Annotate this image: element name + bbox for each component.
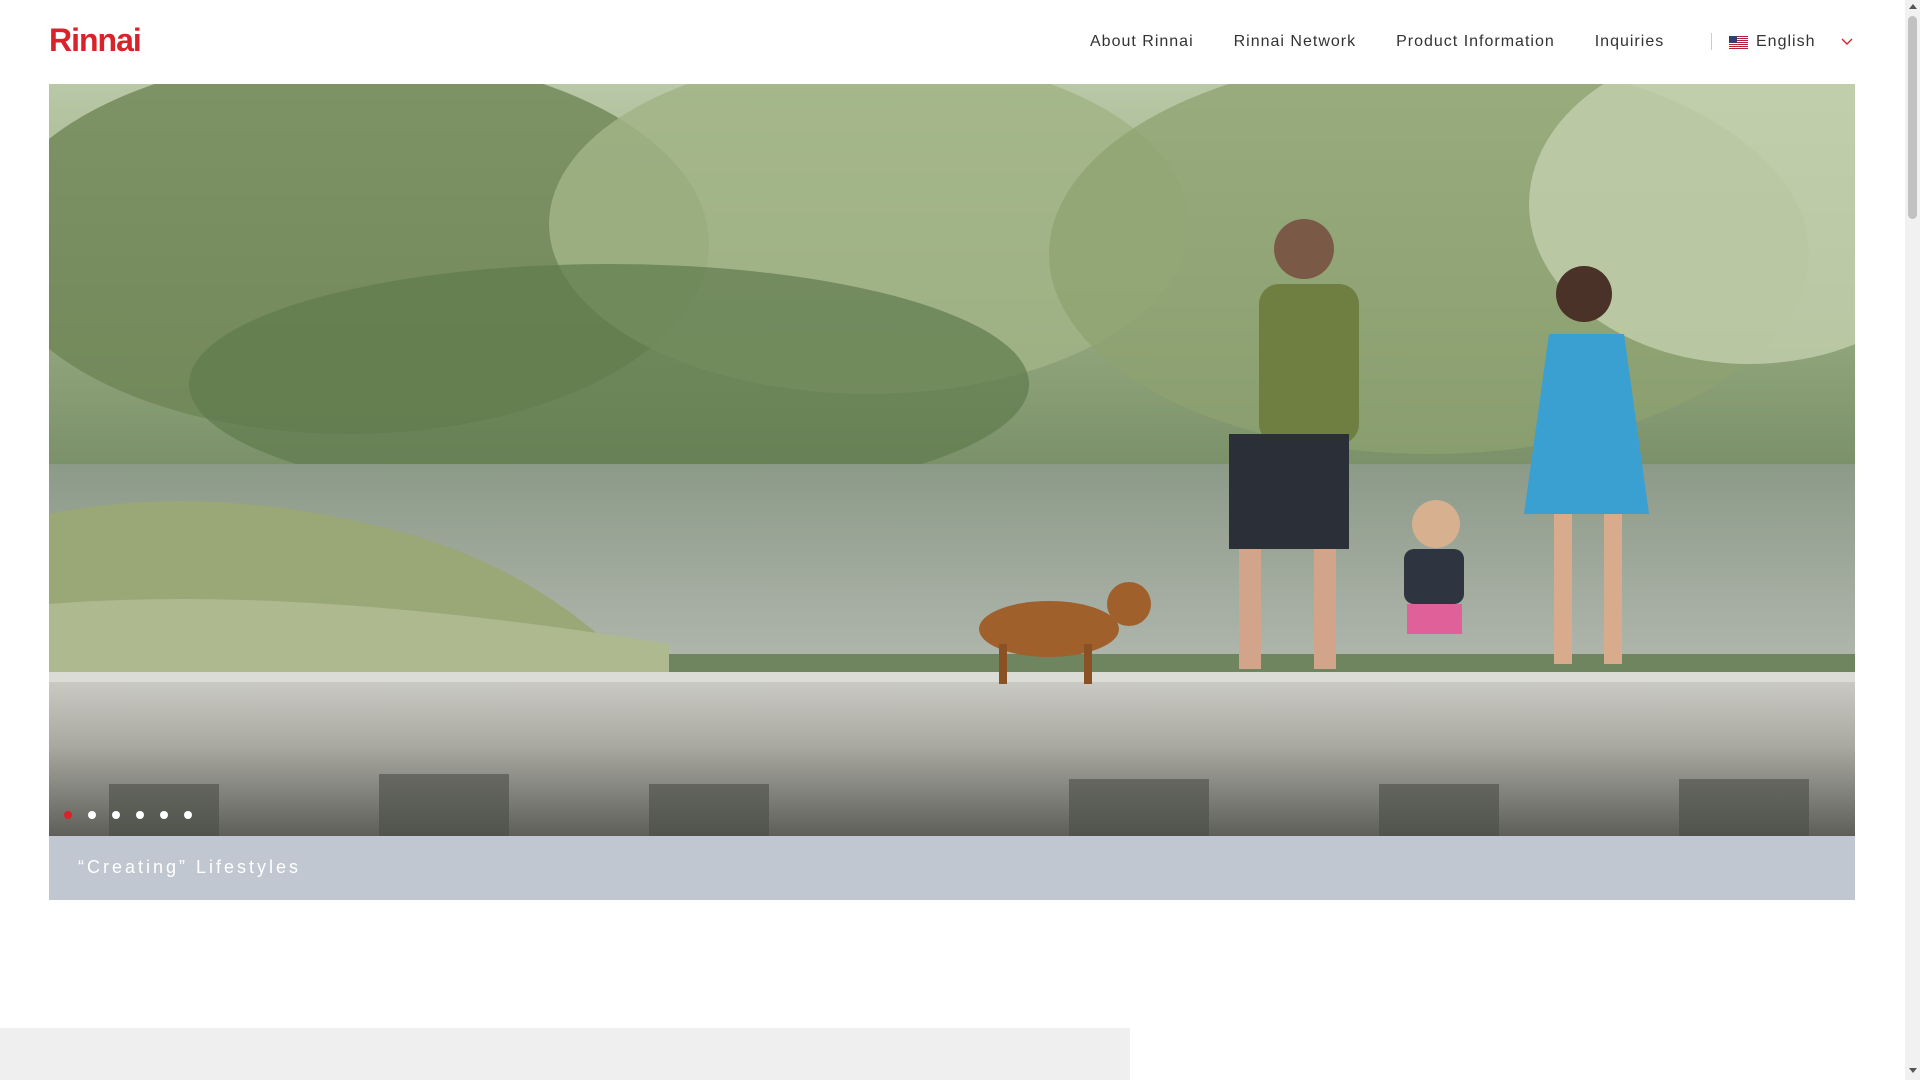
main-nav: About Rinnai Rinnai Network Product Info… bbox=[1090, 30, 1704, 54]
slider-dot-2[interactable] bbox=[88, 811, 96, 819]
us-flag-icon bbox=[1729, 35, 1748, 49]
hero-slider[interactable] bbox=[49, 84, 1855, 836]
slider-dots bbox=[64, 811, 208, 819]
page-scrollbar[interactable] bbox=[1905, 0, 1920, 1080]
slider-dot-3[interactable] bbox=[112, 811, 120, 819]
slider-dot-5[interactable] bbox=[160, 811, 168, 819]
nav-inquiries[interactable]: Inquiries bbox=[1595, 30, 1664, 54]
slider-dot-1[interactable] bbox=[64, 811, 72, 819]
chevron-down-icon[interactable] bbox=[1841, 38, 1853, 46]
nav-divider bbox=[1711, 33, 1712, 50]
scrollbar-thumb[interactable] bbox=[1908, 16, 1917, 219]
hero-caption-bar: “Creating” Lifestyles bbox=[49, 836, 1855, 900]
nav-product-information[interactable]: Product Information bbox=[1396, 30, 1555, 54]
scroll-up-arrow-icon[interactable] bbox=[1909, 4, 1917, 9]
nav-rinnai-network[interactable]: Rinnai Network bbox=[1234, 30, 1356, 54]
rinnai-logo[interactable]: Rinnai bbox=[49, 24, 159, 56]
site-header: Rinnai About Rinnai Rinnai Network Produ… bbox=[0, 0, 1905, 84]
svg-text:Rinnai: Rinnai bbox=[49, 24, 141, 56]
hero-image bbox=[49, 84, 1855, 836]
content-panel bbox=[0, 1028, 1130, 1080]
nav-about-rinnai[interactable]: About Rinnai bbox=[1090, 30, 1194, 54]
language-selector[interactable]: English bbox=[1729, 30, 1853, 54]
scroll-down-arrow-icon[interactable] bbox=[1909, 1068, 1917, 1073]
hero-caption: “Creating” Lifestyles bbox=[78, 857, 302, 877]
slider-dot-6[interactable] bbox=[184, 811, 192, 819]
slider-dot-4[interactable] bbox=[136, 811, 144, 819]
language-label: English bbox=[1756, 33, 1816, 50]
